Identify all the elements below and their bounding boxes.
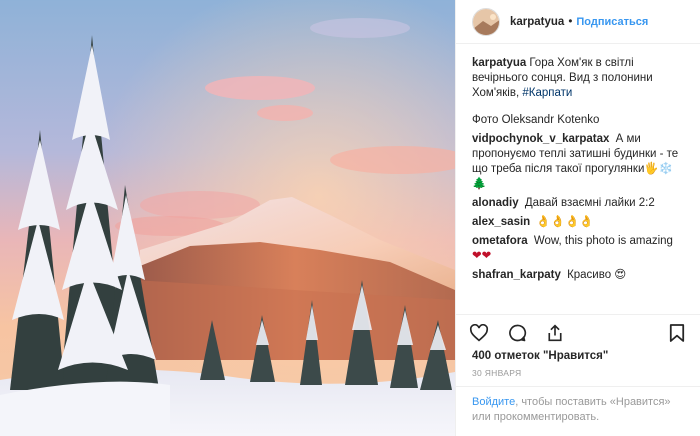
avatar[interactable]	[472, 7, 500, 36]
comment-icon[interactable]	[506, 322, 528, 344]
login-link[interactable]: Войдите	[472, 396, 515, 408]
caption-username[interactable]: karpatyua	[472, 57, 526, 69]
comment-item: ometafora Wow, this photo is amazing ❤❤	[472, 234, 684, 264]
comment-username[interactable]: vidpochynok_v_karpatax	[472, 133, 609, 145]
bookmark-icon[interactable]	[666, 322, 688, 344]
instagram-post: karpatyua • Подписаться karpatyua Гора Хо…	[0, 0, 700, 436]
login-prompt: Войдите, чтобы поставить «Нравится» или …	[456, 386, 700, 436]
caption: karpatyua Гора Хом'як в світлі вечірнього…	[472, 56, 684, 101]
caption-credit: Фото Oleksandr Kotenko	[472, 114, 600, 126]
comment-item: alex_sasin 👌👌👌👌	[472, 215, 684, 230]
comment-username[interactable]: ometafora	[472, 235, 528, 247]
heart-outline-icon[interactable]	[468, 322, 490, 344]
heart-emoji: ❤❤	[472, 250, 492, 262]
avatar-image	[473, 8, 499, 35]
caption-hashtag[interactable]: #Карпати	[522, 87, 572, 99]
comment-text: Wow, this photo is amazing	[533, 235, 673, 247]
action-bar	[456, 314, 700, 350]
post-sidebar: karpatyua • Подписаться karpatyua Гора Хо…	[455, 0, 700, 436]
post-photo[interactable]	[0, 0, 455, 436]
likes-count[interactable]: 400 отметок "Нравится"	[456, 350, 700, 366]
mountain-winter-image	[0, 0, 455, 436]
follow-button[interactable]: Подписаться	[576, 16, 648, 28]
post-header: karpatyua • Подписаться	[456, 0, 700, 44]
comment-username[interactable]: alonadiy	[472, 197, 519, 209]
comments-list: karpatyua Гора Хом'як в світлі вечірнього…	[456, 44, 700, 314]
separator-dot: •	[568, 15, 573, 28]
comment-item: vidpochynok_v_karpatax А ми пропонуємо т…	[472, 132, 684, 192]
comment-item: shafran_karpaty Красиво 😍	[472, 268, 684, 283]
comment-username[interactable]: shafran_karpaty	[472, 269, 561, 281]
header-username[interactable]: karpatyua	[510, 16, 564, 28]
comment-item: alonadiy Давай взаємні лайки 2:2	[472, 196, 684, 211]
comment-username[interactable]: alex_sasin	[472, 216, 530, 228]
comment-text: Красиво 😍	[567, 269, 627, 281]
post-date: 30 января	[472, 368, 522, 378]
share-icon[interactable]	[544, 322, 566, 344]
comment-text: 👌👌👌👌	[536, 216, 594, 228]
comment-text: Давай взаємні лайки 2:2	[524, 197, 655, 209]
